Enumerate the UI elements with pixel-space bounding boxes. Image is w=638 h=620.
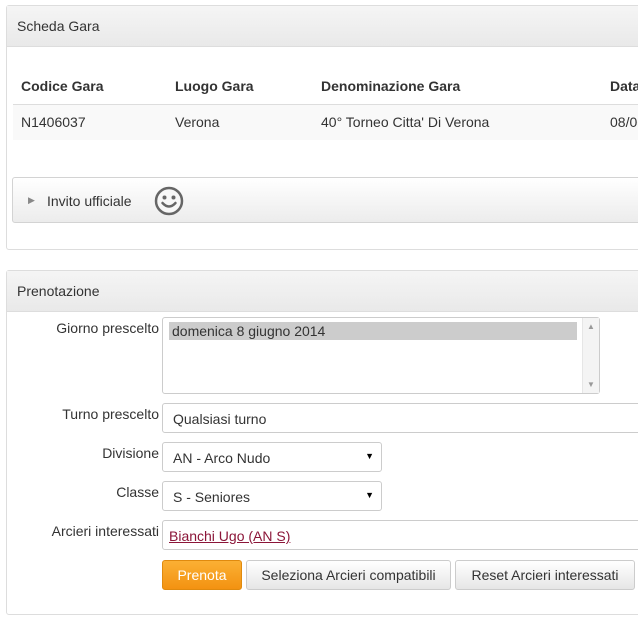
- header-denominazione-gara: Denominazione Gara: [321, 78, 461, 95]
- seleziona-arcieri-button[interactable]: Seleziona Arcieri compatibili: [246, 560, 451, 590]
- classe-label: Classe: [116, 484, 159, 500]
- classe-select[interactable]: S - Seniores ▼: [162, 481, 382, 511]
- triangle-down-icon: ▼: [365, 490, 374, 500]
- triangle-down-icon[interactable]: ▼: [587, 380, 595, 389]
- giorno-label: Giorno prescelto: [56, 320, 159, 336]
- turno-value: Qualsiasi turno: [173, 411, 267, 427]
- header-luogo-gara: Luogo Gara: [175, 78, 254, 95]
- scheda-gara-panel: Scheda Gara Codice Gara Luogo Gara Denom…: [6, 5, 638, 250]
- scheda-gara-title: Scheda Gara: [7, 6, 638, 47]
- smiley-icon: [154, 186, 184, 216]
- classe-value: S - Seniores: [173, 489, 251, 505]
- prenota-button[interactable]: Prenota: [162, 560, 242, 590]
- prenotazione-title: Prenotazione: [7, 271, 638, 312]
- triangle-right-icon: ▶: [28, 195, 35, 205]
- divisione-select[interactable]: AN - Arco Nudo ▼: [162, 442, 382, 472]
- invito-ufficiale-label: Invito ufficiale: [47, 193, 132, 209]
- arcieri-label: Arcieri interessati: [51, 523, 159, 539]
- triangle-up-icon[interactable]: ▲: [587, 322, 595, 331]
- cell-codice-gara: N1406037: [13, 103, 167, 140]
- arcieri-field[interactable]: Bianchi Ugo (AN S): [162, 520, 638, 550]
- turno-label: Turno prescelto: [62, 406, 159, 422]
- header-codice-gara: Codice Gara: [21, 78, 104, 95]
- table-header-row: Codice Gara Luogo Gara Denominazione Gar…: [13, 70, 638, 104]
- triangle-down-icon: ▼: [365, 451, 374, 461]
- giorno-option-selected[interactable]: domenica 8 giugno 2014: [169, 322, 577, 340]
- divisione-label: Divisione: [102, 445, 159, 461]
- giorno-listbox[interactable]: domenica 8 giugno 2014 ▲ ▼: [162, 317, 600, 394]
- arciere-link[interactable]: Bianchi Ugo (AN S): [163, 528, 290, 544]
- cell-data: 08/06: [602, 103, 638, 140]
- header-data: Data: [610, 78, 638, 95]
- reset-arcieri-button[interactable]: Reset Arcieri interessati: [455, 560, 635, 590]
- cell-luogo-gara: Verona: [167, 103, 313, 140]
- prenotazione-panel: Prenotazione Giorno prescelto domenica 8…: [6, 270, 638, 615]
- turno-field[interactable]: Qualsiasi turno: [162, 403, 638, 433]
- table-row: N1406037 Verona 40° Torneo Citta' Di Ver…: [13, 103, 638, 140]
- gara-table: Codice Gara Luogo Gara Denominazione Gar…: [13, 70, 638, 140]
- invito-ufficiale-accordion[interactable]: ▶ Invito ufficiale: [12, 177, 638, 223]
- listbox-scrollbar[interactable]: ▲ ▼: [582, 318, 599, 393]
- divisione-value: AN - Arco Nudo: [173, 450, 271, 466]
- cell-denominazione-gara: 40° Torneo Citta' Di Verona: [313, 103, 602, 140]
